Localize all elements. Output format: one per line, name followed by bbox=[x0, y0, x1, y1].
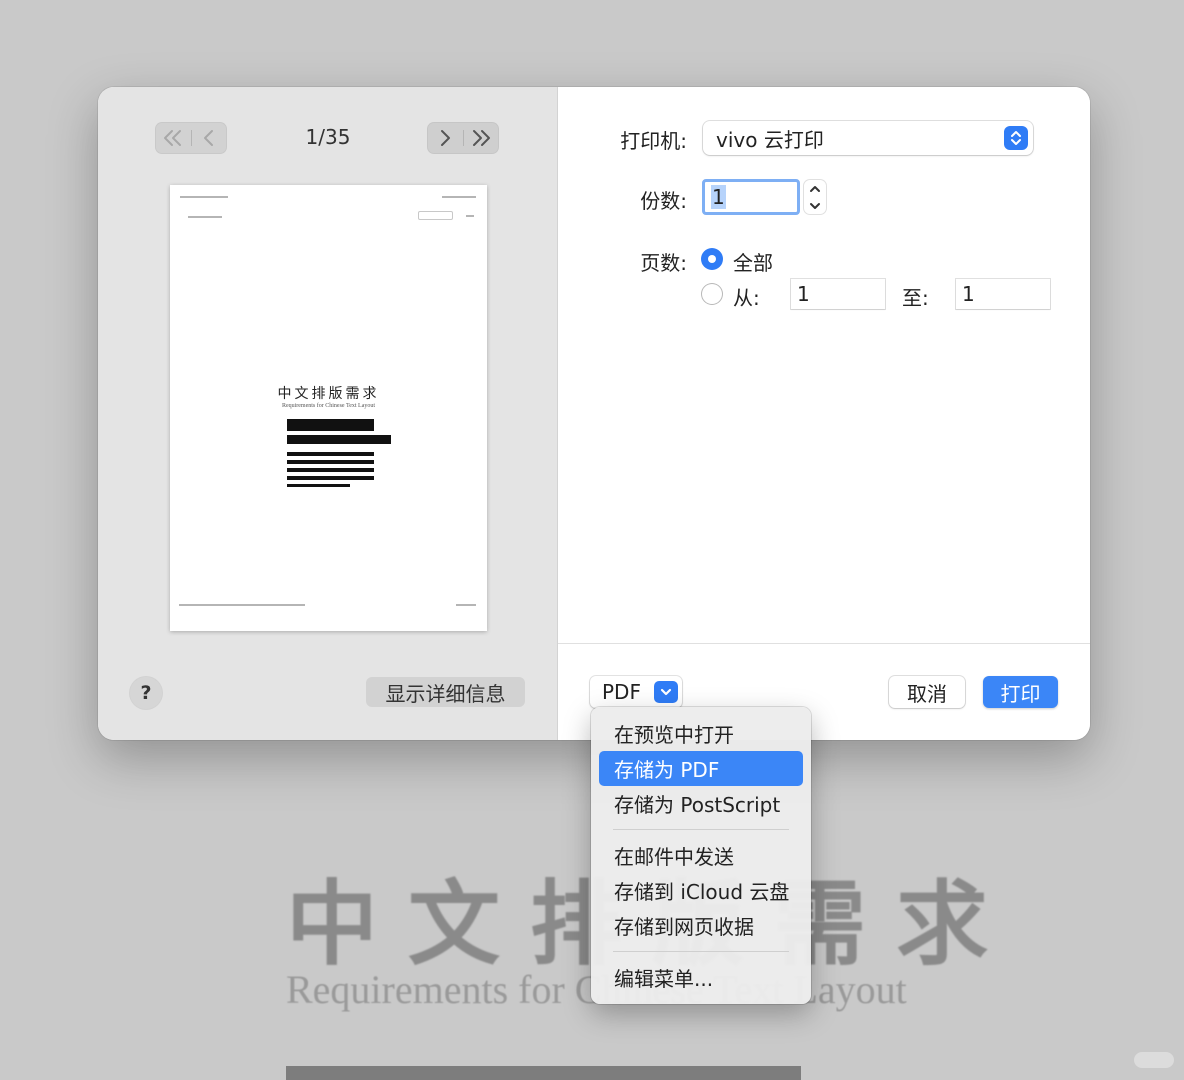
menu-item-save-as-pdf[interactable]: 存储为 PDF bbox=[599, 751, 803, 786]
redacted-line bbox=[287, 435, 391, 444]
pages-from-label: 从: bbox=[733, 286, 760, 310]
pages-all-label: 全部 bbox=[733, 251, 773, 275]
printer-select[interactable]: vivo 云打印 bbox=[703, 121, 1033, 155]
menu-separator bbox=[613, 951, 789, 952]
copies-stepper[interactable] bbox=[804, 180, 826, 214]
stepper-up-icon bbox=[810, 185, 820, 192]
pages-from-input[interactable]: 1 bbox=[791, 279, 885, 309]
pages-to-label: 至: bbox=[902, 286, 929, 310]
menu-item-save-as-postscript[interactable]: 存储为 PostScript bbox=[599, 786, 803, 821]
copies-input[interactable]: 1 bbox=[702, 179, 800, 215]
double-chevron-left-icon bbox=[163, 130, 181, 146]
menu-item-open-in-preview[interactable]: 在预览中打开 bbox=[599, 716, 803, 751]
settings-pane: 打印机: vivo 云打印 份数: 1 页数: 全部 从: 1 至: 1 PDF… bbox=[558, 87, 1090, 740]
menu-separator bbox=[613, 829, 789, 830]
first-page-button[interactable] bbox=[155, 122, 191, 154]
printer-label: 打印机: bbox=[620, 129, 687, 153]
redacted-line bbox=[287, 452, 374, 456]
pages-range-radio[interactable] bbox=[701, 283, 723, 305]
page-preview: 中文排版需求 Requirements for Chinese Text Lay… bbox=[170, 185, 487, 631]
double-chevron-right-icon bbox=[473, 130, 491, 146]
copies-label: 份数: bbox=[640, 189, 687, 213]
chevron-right-icon bbox=[440, 130, 450, 146]
preview-doc-title: 中文排版需求 bbox=[277, 386, 380, 402]
menu-item-save-to-web-receipts[interactable]: 存储到网页收据 bbox=[599, 908, 803, 943]
print-button[interactable]: 打印 bbox=[983, 676, 1058, 708]
print-dialog: 1/35 中文排版需求 Requirements for Chinese Tex… bbox=[98, 87, 1090, 740]
printer-value: vivo 云打印 bbox=[716, 127, 824, 152]
pages-all-radio[interactable] bbox=[701, 248, 723, 270]
menu-item-save-to-icloud[interactable]: 存储到 iCloud 云盘 bbox=[599, 873, 803, 908]
chevron-down-icon bbox=[654, 681, 678, 703]
preview-pane: 1/35 中文排版需求 Requirements for Chinese Tex… bbox=[98, 87, 558, 740]
watermark bbox=[1134, 1052, 1174, 1068]
pdf-dropdown-menu: 在预览中打开 存储为 PDF 存储为 PostScript 在邮件中发送 存储到… bbox=[591, 707, 811, 1004]
copies-value: 1 bbox=[711, 185, 726, 209]
redacted-line bbox=[287, 460, 374, 464]
page-counter: 1/35 bbox=[305, 125, 351, 149]
background-redaction-bar bbox=[286, 1066, 801, 1080]
redacted-line bbox=[287, 476, 374, 480]
redacted-line bbox=[287, 484, 350, 487]
prev-page-controls bbox=[155, 122, 227, 154]
bottom-divider bbox=[558, 643, 1090, 644]
chevron-left-icon bbox=[204, 130, 214, 146]
redacted-line bbox=[287, 468, 374, 472]
next-page-button[interactable] bbox=[427, 122, 463, 154]
last-page-button[interactable] bbox=[464, 122, 500, 154]
menu-item-send-in-mail[interactable]: 在邮件中发送 bbox=[599, 838, 803, 873]
preview-doc-subtitle: Requirements for Chinese Text Layout bbox=[281, 403, 376, 409]
stepper-down-icon bbox=[810, 202, 820, 209]
show-details-button[interactable]: 显示详细信息 bbox=[366, 677, 525, 707]
pages-to-input[interactable]: 1 bbox=[956, 279, 1050, 309]
redacted-line bbox=[287, 419, 374, 431]
cancel-button[interactable]: 取消 bbox=[889, 676, 965, 708]
help-button[interactable]: ? bbox=[130, 677, 162, 709]
up-down-arrows-icon bbox=[1004, 126, 1028, 150]
next-page-controls bbox=[427, 122, 499, 154]
menu-item-edit-menu[interactable]: 编辑菜单... bbox=[599, 960, 803, 995]
pages-label: 页数: bbox=[640, 251, 687, 275]
previous-page-button[interactable] bbox=[192, 122, 228, 154]
pdf-menu-button[interactable]: PDF bbox=[590, 676, 682, 708]
